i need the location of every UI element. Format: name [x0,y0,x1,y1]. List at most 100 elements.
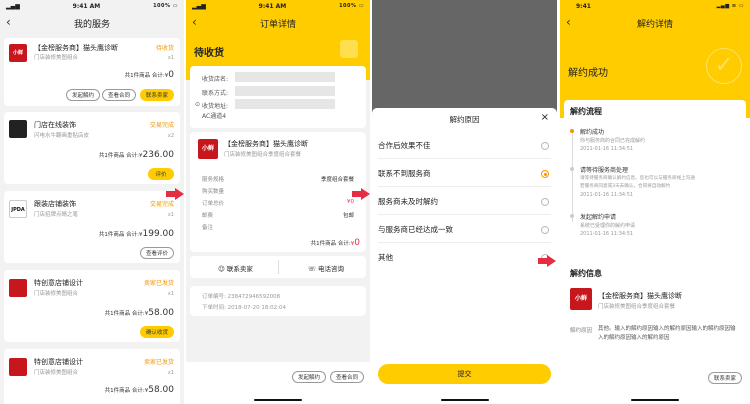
recv-contact-label: 联系方式: [202,90,229,97]
order-qty: x1 [167,370,174,376]
order-status: 交易完成 [149,122,174,129]
flow-step-time: 2011-01-16 11:34:51 [580,192,634,198]
reason-option[interactable]: 联系不到服务商 [378,168,431,179]
product-logo: 小鲜 [198,139,218,159]
radio-button[interactable] [541,226,549,234]
order-total: 共1件商品 合计:¥236.00 [98,150,174,160]
order-total: 共1件商品 合计:¥58.00 [104,308,174,318]
signal-icon: ▂▄▆ [6,2,20,10]
flow-title: 解约流程 [570,107,602,116]
check-icon: ✓ [706,48,742,84]
order-qty: x1 [167,291,174,297]
contact-seller-button[interactable]: 联系卖家 [707,372,742,384]
status-bar: 9:41 ▂▄▆ ≋ ▭ [560,0,750,12]
view-contract-button[interactable]: 查看合同 [101,89,136,101]
redacted-field [235,72,335,82]
back-icon[interactable]: ‹ [192,16,197,28]
order-card[interactable]: 小鲜 【金榜服务商】猫头鹰诊断 门店装修美图组合 待收货 x1 共1件商品 合计… [4,38,180,106]
product-subtitle: 门店装修美图组合季度组合套餐 [224,152,302,158]
cancel-contract-button[interactable]: 发起解约 [65,89,100,101]
reason-sheet: 解约原因 × 合作后效果不佳 联系不到服务商 服务商未及时解约 与服务商已经达成… [372,108,557,404]
radio-button-selected[interactable] [541,170,549,178]
order-card[interactable]: 门店在线装饰 闪电水牛翻画重贴店皮 交易完成 x2 共1件商品 合计:¥236.… [4,112,180,184]
contact-seller-button[interactable]: 联系卖家 [139,89,174,101]
order-time: 下单时间: 2018-07-20 18:02:04 [202,305,287,311]
nav-bar: ‹ 我的服务 [0,12,184,34]
back-icon[interactable]: ‹ [566,16,571,28]
order-title: 【金榜服务商】猫头鹰诊断 [34,44,118,52]
view-contract-button[interactable]: 查看合同 [329,371,364,383]
cancel-detail-screen: 9:41 ▂▄▆ ≋ ▭ ‹ 解约详情 解约成功 ✓ 解约流程 解约成功 你与服… [560,0,750,404]
row-label: 服务规格 [202,177,225,183]
order-subtitle: 门店装修美图组合 [34,55,79,61]
product-title: 【金榜服务商】猫头鹰诊断 [224,140,308,148]
phone-consult-link[interactable]: ☏ 电话咨询 [308,263,344,273]
status-time: 9:41 AM [258,2,287,10]
back-icon[interactable]: ‹ [6,16,11,28]
row-label: 邮费 [202,213,214,219]
status-bar: ▂▄▆ 9:41 AM 100% ▭ [186,0,370,12]
order-qty: x1 [167,55,174,61]
order-title: 跟装店铺装饰 [34,200,76,208]
reason-label: 解约原因 [570,328,593,334]
recv-addr-label: 收货地址: [202,103,229,110]
timeline-dot [570,167,574,171]
row-value: 季度组合套餐 [320,177,354,183]
cancel-reason-screen: 解约原因 × 合作后效果不佳 联系不到服务商 服务商未及时解约 与服务商已经达成… [372,0,557,404]
order-qty: x1 [167,212,174,218]
info-card: 解约信息 小鲜 【金榜服务商】猫头鹰诊断 门店装修美图组合季度组合套餐 解约原因… [564,262,746,404]
divider [378,242,551,243]
product-title: 【金榜服务商】猫头鹰诊断 [598,292,682,300]
home-indicator [440,399,489,401]
order-card[interactable]: 特创意店铺设计 门店装修美图组合 卖家已发货 x1 共1件商品 合计:¥58.0… [4,270,180,342]
flow-step-desc: 你与服务商的合同已完成解约 [580,138,646,144]
page-title: 订单详情 [259,19,296,30]
info-title: 解约信息 [570,269,602,278]
timeline-line [571,130,572,222]
status-time: 9:41 [576,2,591,10]
page-title: 解约详情 [636,19,673,30]
view-review-button[interactable]: 查看评价 [139,247,174,259]
reason-option[interactable]: 与服务商已经达成一致 [378,224,453,235]
signal-icon: ▂▄▆ [192,2,206,10]
flow-step-label: 请等待服务商处理 [580,167,629,174]
contact-seller-link[interactable]: ☺ 联系卖家 [218,263,253,273]
flow-step-time: 2011-01-16 11:34:51 [580,146,634,152]
redacted-field [235,99,335,109]
submit-button[interactable]: 提交 [378,364,551,384]
reason-option[interactable]: 合作后效果不佳 [378,140,431,151]
flow-arrow-icon [166,188,184,200]
radio-button[interactable] [541,198,549,206]
recv-name-label: 收货店名: [202,76,229,83]
product-card: 小鲜 【金榜服务商】猫头鹰诊断 门店装修美图组合季度组合套餐 服务规格 季度组合… [190,132,366,252]
cancel-contract-button[interactable]: 发起解约 [291,371,326,383]
divider [378,214,551,215]
flow-step-label: 发起解约申请 [580,214,617,221]
contact-bar: ☺ 联系卖家 ☏ 电话咨询 [190,256,366,278]
order-status: 卖家已发货 [143,280,174,287]
row-label: 购买数量 [202,189,225,195]
reason-option[interactable]: 服务商未及时解约 [378,196,438,207]
close-icon[interactable]: × [541,112,549,123]
order-card[interactable]: 特创意店铺设计 门店装修美图组合 卖家已发货 x1 共1件商品 合计:¥58.0… [4,349,180,404]
order-total: 共1件商品 合计:¥0 [124,70,174,80]
divider [378,186,551,187]
row-label: 订单总价 [202,201,225,207]
my-services-screen: ▂▄▆ 9:41 AM 100% ▭ ‹ 我的服务 小鲜 【金榜服务商】猫头鹰诊… [0,0,184,404]
timeline-dot [570,214,574,218]
radio-button[interactable] [541,142,549,150]
phone-icon: ☏ [307,265,316,273]
status-bar: ▂▄▆ 9:41 AM 100% ▭ [0,0,184,12]
confirm-receipt-button[interactable]: 确认收货 [139,326,174,338]
cancel-success-title: 解约成功 [568,68,608,79]
order-title: 门店在线装饰 [34,121,76,129]
flow-card: 解约流程 解约成功 你与服务商的合同已完成解约 2011-01-16 11:34… [564,100,746,256]
reason-text: 其他。输入的解约原因输入的解约原因输入的解约原因输入的解约原因输入的解约原因 [598,326,736,341]
flow-step-desc: 请等待服务商确认解约信息。您也可以与服务商线上沟通 [580,176,695,181]
product-logo: 小鲜 [570,288,592,310]
reason-option[interactable]: 其他 [378,252,393,263]
order-card[interactable]: JPDA 跟装店铺装饰 门店招牌点睛之笔 交易完成 x1 共1件商品 合计:¥1… [4,191,180,263]
nav-bar: ‹ 解约详情 [560,12,750,34]
order-total: 共1件商品 合计:¥0 [310,238,360,248]
review-button[interactable]: 评价 [148,168,174,180]
